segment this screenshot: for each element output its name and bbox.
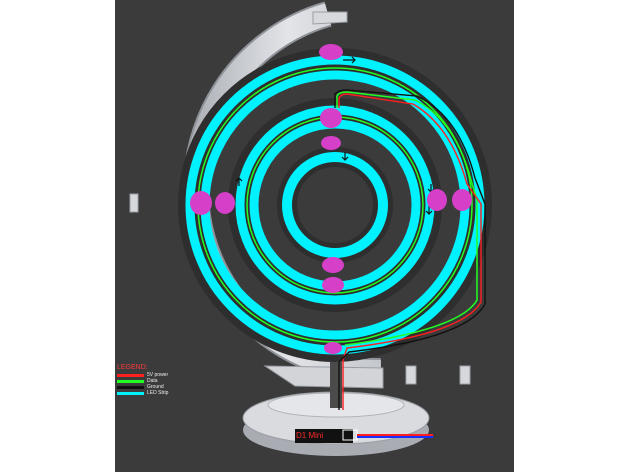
legend-title: LEGEND: [117,364,148,371]
connector-upper-2 [321,136,341,150]
connector-left-2 [215,192,235,214]
legend-swatch-power [117,373,144,377]
legend-swatch-ground [117,385,144,389]
legend-item: LED Strip [117,390,168,396]
globe-lamp-wiring-scene [129,1,492,456]
loose-part-1 [405,365,417,385]
connector-lower-2 [322,277,344,293]
legend-label: LED Strip [147,390,169,396]
connector-right-2 [452,189,472,211]
connector-right-1 [427,189,447,211]
connector-top [319,44,343,60]
wiring-legend: LEGEND: 5V power Data Ground LED Strip [117,364,168,396]
legend-swatch-led-strip [117,391,144,395]
model-viewport: D1 Mini LEGEND: 5V power Data Ground LED… [115,0,514,472]
connector-lower-1 [322,257,344,273]
connector-upper [320,108,342,128]
loose-part-left [129,193,139,213]
controller-label: D1 Mini [296,431,324,440]
connector-left-1 [190,191,212,215]
led-ring-inner [282,152,388,258]
legend-swatch-data [117,379,144,383]
loose-part-2 [459,365,471,385]
connector-bottom [324,342,342,354]
